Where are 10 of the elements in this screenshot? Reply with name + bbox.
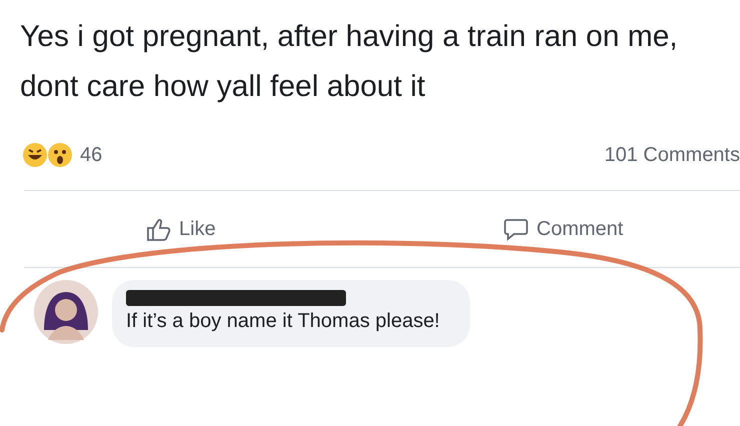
avatar: [34, 280, 98, 344]
comment-button[interactable]: Comment: [382, 217, 740, 241]
reaction-count: 46: [80, 144, 102, 166]
like-button[interactable]: Like: [0, 216, 382, 242]
comment-count[interactable]: 101 Comments: [604, 144, 740, 166]
thumbs-up-icon: [145, 216, 171, 242]
comment-text: If it’s a boy name it Thomas please!: [126, 310, 440, 333]
post-text: Yes i got pregnant, after having a train ran on me, dont care how yall feel about it: [19, 19, 679, 105]
reaction-icons: [22, 142, 74, 168]
speech-bubble-icon: [502, 217, 528, 241]
